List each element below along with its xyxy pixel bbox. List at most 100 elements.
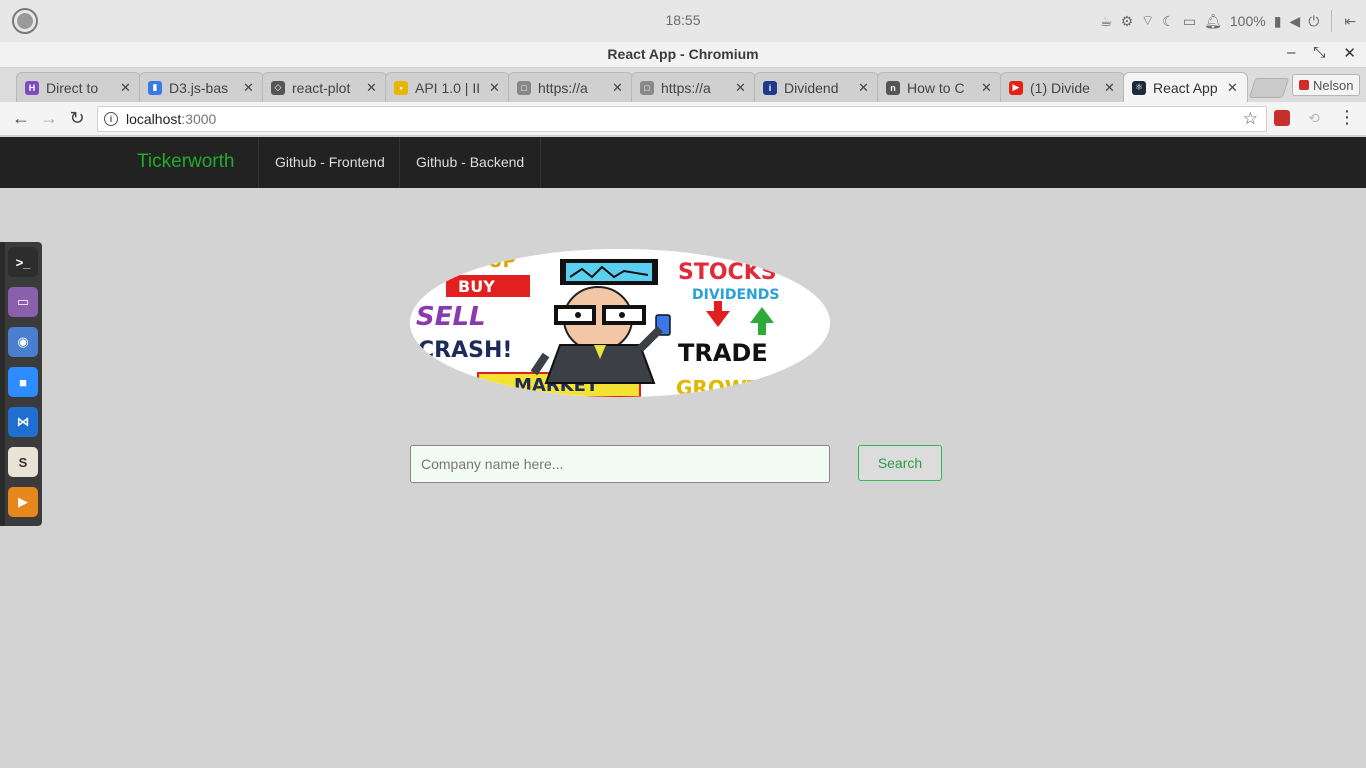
tray-divider <box>1331 10 1333 32</box>
tab-label: https://a <box>661 79 711 96</box>
address-bar[interactable]: i localhost:3000 ☆ <box>97 106 1267 132</box>
settings-network-icon[interactable]: ⚙ <box>1121 13 1134 30</box>
tab-favicon-icon: ▶ <box>1009 80 1023 95</box>
browser-tab[interactable]: n How to C ✕ <box>877 72 1002 102</box>
back-arrow-icon[interactable]: ← <box>10 107 32 129</box>
svg-text:SELL: SELL <box>416 302 486 332</box>
tab-label: react-plot <box>292 79 351 96</box>
zoom-icon[interactable]: ■ <box>8 367 38 397</box>
tab-label: Dividend <box>784 79 839 96</box>
tab-close-icon[interactable]: ✕ <box>981 80 993 96</box>
vlc-icon[interactable]: ▶ <box>8 487 38 517</box>
browser-tab[interactable]: □ https://a ✕ <box>631 72 756 102</box>
os-top-bar: 18:55 ☕ ⚙ ⌔ ☾ ▭ 🔔︎ 100% ▮ ◀︎ ⏻ ⇤ <box>0 0 1366 42</box>
tab-close-icon[interactable]: ✕ <box>1104 80 1116 96</box>
slack-icon[interactable]: S <box>8 447 38 477</box>
tab-favicon-icon: n <box>886 80 900 95</box>
browser-tab[interactable]: ▶ (1) Divide ✕ <box>1000 72 1125 102</box>
coffee-icon[interactable]: ☕ <box>1100 13 1113 30</box>
svg-text:GROWTH: GROWTH <box>676 376 777 397</box>
tab-label: (1) Divide <box>1030 79 1090 96</box>
tab-label: D3.js-bas <box>169 79 229 96</box>
tab-label: API 1.0 | II <box>415 79 481 96</box>
battery-icon[interactable]: ▮ <box>1274 13 1282 30</box>
minimize-icon[interactable]: – <box>1287 44 1295 62</box>
new-tab-button[interactable] <box>1248 78 1290 98</box>
svg-text:BUY: BUY <box>458 277 495 296</box>
logo-illustration: UP BUY SELL CRASH! STOCKS DIVIDENDS TRAD… <box>410 249 830 397</box>
tab-label: React App <box>1153 79 1218 96</box>
browser-toolbar: ← → ↻ i localhost:3000 ☆ ⟲ ⋮ <box>0 102 1366 136</box>
tab-favicon-icon: ◇ <box>271 80 285 95</box>
forward-arrow-icon[interactable]: → <box>38 107 60 129</box>
terminal-icon[interactable]: >_ <box>8 247 38 277</box>
battery-label[interactable]: 100% <box>1230 13 1266 29</box>
profile-icon <box>1299 80 1309 90</box>
night-mode-icon[interactable]: ☾ <box>1162 13 1175 30</box>
files-icon[interactable]: ▭ <box>8 287 38 317</box>
chromium-icon[interactable]: ◉ <box>8 327 38 357</box>
folder-icon[interactable]: ▭ <box>1183 13 1196 30</box>
company-search-input[interactable] <box>410 445 830 483</box>
tab-favicon-icon: ▮ <box>148 80 162 95</box>
brand-link[interactable]: Tickerworth <box>137 151 234 173</box>
tab-label: Direct to <box>46 79 99 96</box>
url-host: localhost <box>126 111 182 127</box>
site-navbar: Tickerworth Github - Frontend Github - B… <box>0 137 1366 188</box>
tab-favicon-icon: □ <box>640 80 654 95</box>
bookmark-star-icon[interactable]: ☆ <box>1243 109 1258 129</box>
nav-link-github-backend[interactable]: Github - Backend <box>399 137 542 188</box>
browser-tab[interactable]: □ https://a ✕ <box>508 72 633 102</box>
window-title: React App - Chromium <box>607 46 759 62</box>
browser-menu-icon[interactable]: ⋮ <box>1338 107 1356 128</box>
logout-icon[interactable]: ⇤ <box>1344 13 1356 30</box>
tab-close-icon[interactable]: ✕ <box>120 80 132 96</box>
tab-favicon-icon: ⚛ <box>1132 80 1146 95</box>
browser-tab[interactable]: ◇ react-plot ✕ <box>262 72 387 102</box>
volume-icon[interactable]: ◀︎ <box>1289 13 1300 30</box>
tab-close-icon[interactable]: ✕ <box>1227 80 1239 96</box>
svg-text:DIVIDENDS: DIVIDENDS <box>692 287 779 303</box>
info-icon[interactable]: i <box>104 112 118 126</box>
tab-close-icon[interactable]: ✕ <box>858 80 870 96</box>
restore-icon[interactable]: ⤡ <box>1313 44 1325 62</box>
tab-close-icon[interactable]: ✕ <box>243 80 255 96</box>
profile-button[interactable]: Nelson <box>1292 74 1361 96</box>
svg-text:CRASH!: CRASH! <box>418 338 512 363</box>
stock-market-logo: UP BUY SELL CRASH! STOCKS DIVIDENDS TRAD… <box>410 249 830 397</box>
svg-text:TRADE: TRADE <box>678 339 768 367</box>
tab-favicon-icon: ▪ <box>394 80 408 95</box>
reload-icon[interactable]: ↻ <box>66 107 88 129</box>
browser-tab[interactable]: ▮ D3.js-bas ✕ <box>139 72 264 102</box>
url-port: :3000 <box>181 111 217 127</box>
tab-label: How to C <box>907 79 965 96</box>
window-controls: – ⤡ ✕ <box>1287 44 1356 62</box>
browser-tab[interactable]: i Dividend ✕ <box>754 72 879 102</box>
tab-close-icon[interactable]: ✕ <box>735 80 747 96</box>
tab-favicon-icon: H <box>25 80 39 95</box>
nav-link-github-frontend[interactable]: Github - Frontend <box>258 137 401 188</box>
tab-strip: H Direct to ✕ ▮ D3.js-bas ✕ ◇ react-plot ✕ ▪ API 1… <box>0 68 1366 102</box>
page-body: UP BUY SELL CRASH! STOCKS DIVIDENDS TRAD… <box>0 188 1366 768</box>
power-icon[interactable]: ⏻ <box>1308 13 1319 30</box>
browser-tab[interactable]: ▪ API 1.0 | II ✕ <box>385 72 510 102</box>
browser-tab[interactable]: H Direct to ✕ <box>16 72 141 102</box>
window-title-bar: React App - Chromium – ⤡ ✕ <box>0 42 1366 68</box>
system-tray: ☕ ⚙ ⌔ ☾ ▭ 🔔︎ 100% ▮ ◀︎ ⏻ ⇤ <box>1100 10 1356 32</box>
wifi-icon[interactable]: ⌔ <box>1141 12 1154 30</box>
vscode-icon[interactable]: ⋈ <box>8 407 38 437</box>
tab-close-icon[interactable]: ✕ <box>366 80 378 96</box>
sync-extension-icon[interactable]: ⟲ <box>1306 110 1322 126</box>
tab-close-icon[interactable]: ✕ <box>489 80 501 96</box>
browser-tab[interactable]: ⚛ React App ✕ <box>1123 72 1248 102</box>
tab-favicon-icon: □ <box>517 80 531 95</box>
tab-label: https://a <box>538 79 588 96</box>
svg-text:UP: UP <box>488 251 516 272</box>
profile-label: Nelson <box>1313 77 1354 93</box>
search-button[interactable]: Search <box>858 445 942 481</box>
tab-close-icon[interactable]: ✕ <box>612 80 624 96</box>
notification-icon[interactable]: 🔔︎ <box>1204 13 1222 30</box>
extension-icon[interactable] <box>1274 110 1290 126</box>
close-window-icon[interactable]: ✕ <box>1343 44 1356 62</box>
app-launcher: >_ ▭ ◉ ■ ⋈ S ▶ <box>0 242 42 526</box>
